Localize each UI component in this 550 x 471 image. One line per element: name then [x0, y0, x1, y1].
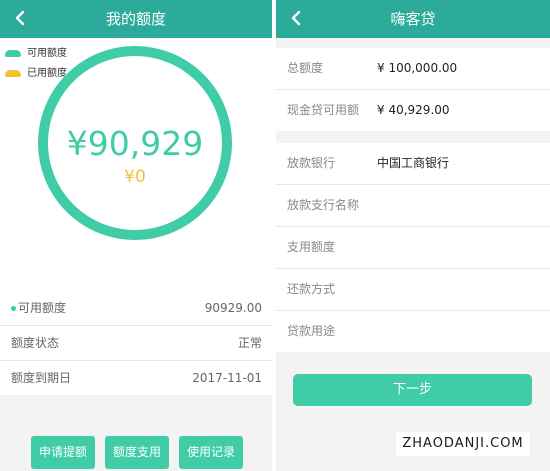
form-row-bank[interactable]: 放款银行 中国工商银行: [276, 143, 550, 184]
draw-credit-button[interactable]: 额度支用: [105, 436, 169, 469]
watermark: ZHAODANJI.COM: [396, 432, 530, 456]
usage-record-button[interactable]: 使用记录: [179, 436, 243, 469]
summary-label: 总额度: [287, 61, 324, 75]
used-amount: ¥0: [124, 167, 146, 187]
info-value: 90929.00: [204, 301, 262, 315]
form-label: 放款银行: [287, 156, 336, 170]
info-label: 额度状态: [11, 336, 60, 350]
form-row-amount[interactable]: 支用额度: [276, 226, 550, 268]
info-label-text: 可用额度: [18, 301, 67, 315]
credit-info-list: 可用额度 90929.00 额度状态 正常 额度到期日 2017-11-01: [0, 291, 272, 395]
legend-available: 可用额度: [5, 47, 67, 61]
form-row-repayment[interactable]: 还款方式: [276, 268, 550, 310]
form-label: 放款支行名称: [287, 198, 360, 212]
credit-ring-chart: 可用额度 已用额度 ¥90,929 ¥0: [0, 38, 272, 291]
legend-swatch-icon: [5, 49, 21, 57]
loan-form: 放款银行 中国工商银行 放款支行名称 支用额度 还款方式 贷款用途: [276, 143, 550, 352]
credit-limit-screen: 我的额度 可用额度 已用额度 ¥90,929 ¥0 可用额度 90929.00 …: [0, 0, 272, 471]
legend-swatch-icon: [5, 69, 21, 77]
loan-form-screen: 嗨客贷 总额度 ¥ 100,000.00 现金贷可用额 ¥ 40,929.00 …: [276, 0, 550, 471]
info-row-expiry: 额度到期日 2017-11-01: [0, 360, 272, 395]
info-label: 可用额度: [11, 291, 66, 325]
legend-label: 已用额度: [27, 68, 67, 79]
apply-increase-button[interactable]: 申请提额: [31, 436, 95, 469]
page-title: 我的额度: [105, 10, 166, 28]
nav-bar: 我的额度: [0, 0, 272, 38]
form-row-branch[interactable]: 放款支行名称: [276, 184, 550, 226]
form-label: 还款方式: [287, 282, 336, 296]
info-label: 额度到期日: [11, 371, 72, 385]
info-row-status: 额度状态 正常: [0, 325, 272, 360]
credit-ring: ¥90,929 ¥0: [38, 46, 232, 240]
bank-value: 中国工商银行: [377, 156, 450, 170]
available-amount: ¥90,929: [66, 124, 204, 163]
info-value: 2017-11-01: [192, 371, 262, 385]
summary-value: ¥ 100,000.00: [377, 61, 458, 75]
next-step-button[interactable]: 下一步: [293, 374, 532, 406]
form-label: 支用额度: [287, 240, 336, 254]
legend-used: 已用额度: [5, 67, 67, 81]
action-buttons: 申请提额 额度支用 使用记录: [0, 436, 272, 471]
nav-bar: 嗨客贷: [276, 0, 550, 38]
summary-row-total: 总额度 ¥ 100,000.00: [276, 48, 550, 89]
info-value: 正常: [237, 336, 262, 350]
bullet-icon: [11, 306, 16, 311]
legend-label: 可用额度: [27, 48, 67, 59]
form-label: 贷款用途: [287, 324, 336, 338]
form-row-purpose[interactable]: 贷款用途: [276, 310, 550, 352]
summary-label: 现金贷可用额: [287, 103, 360, 117]
summary-row-cash-available: 现金贷可用额 ¥ 40,929.00: [276, 89, 550, 131]
limit-summary: 总额度 ¥ 100,000.00 现金贷可用额 ¥ 40,929.00: [276, 48, 550, 131]
info-row-available: 可用额度 90929.00: [0, 291, 272, 325]
page-title: 嗨客贷: [390, 10, 436, 28]
summary-value: ¥ 40,929.00: [377, 103, 450, 117]
